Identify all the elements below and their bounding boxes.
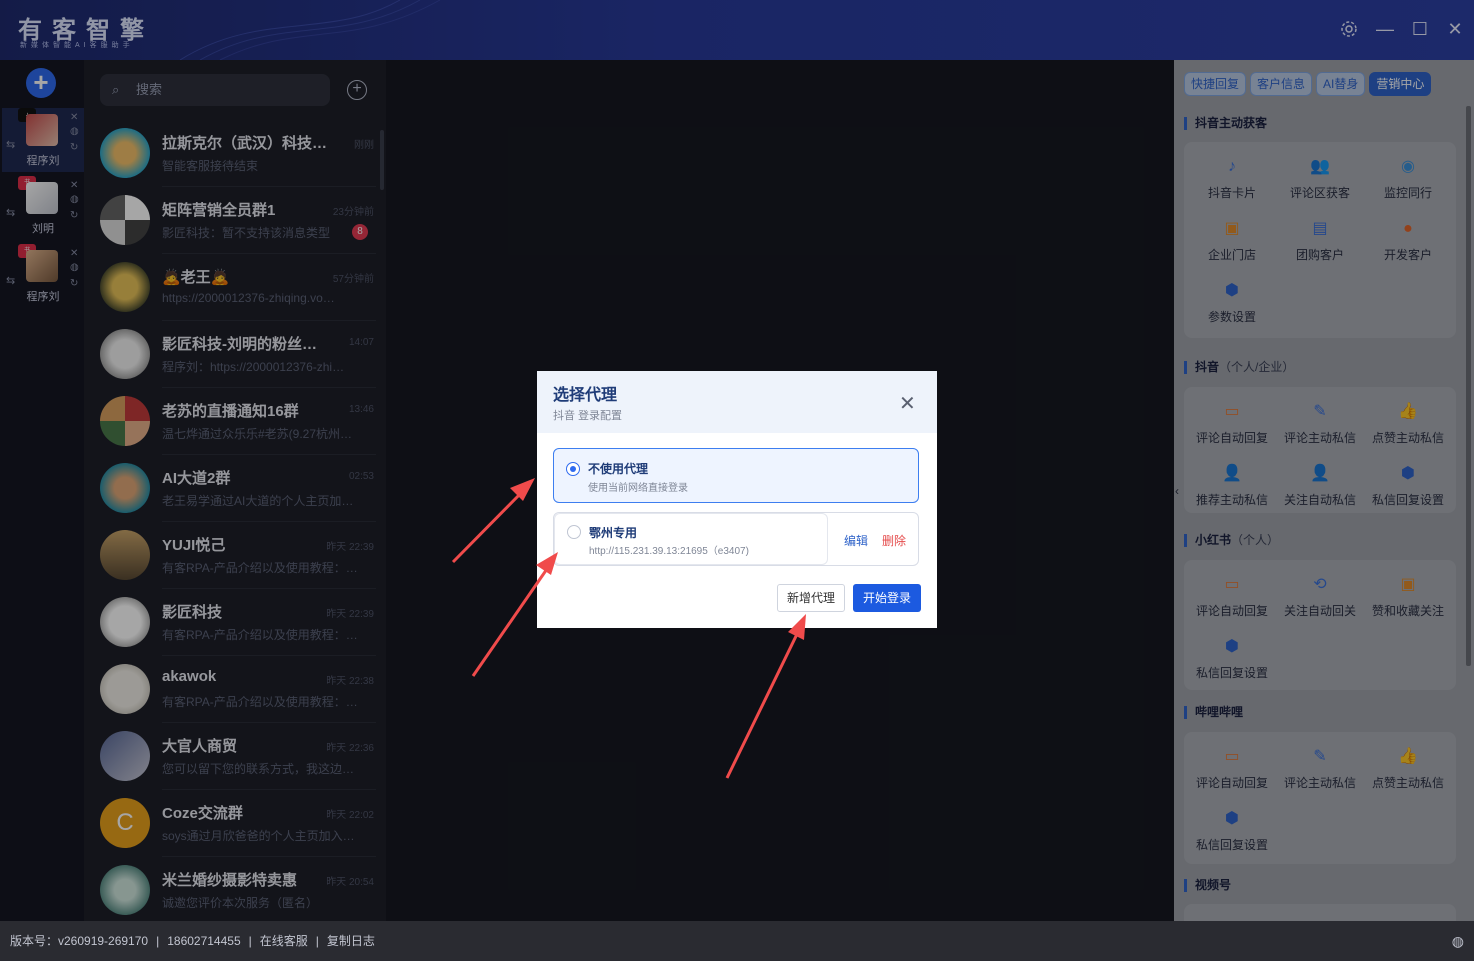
arrow-to-ezhou — [471, 552, 558, 677]
app-window: 有客智擎 新媒体智能AI客服助手 — ☐ ✕ + ♪ ⇆ ✕ ◍ ↻ 程序刘 书… — [0, 0, 1474, 961]
annotation-arrows — [451, 478, 806, 779]
arrow-to-no-proxy — [451, 478, 535, 564]
arrow-to-new-proxy — [725, 614, 806, 779]
